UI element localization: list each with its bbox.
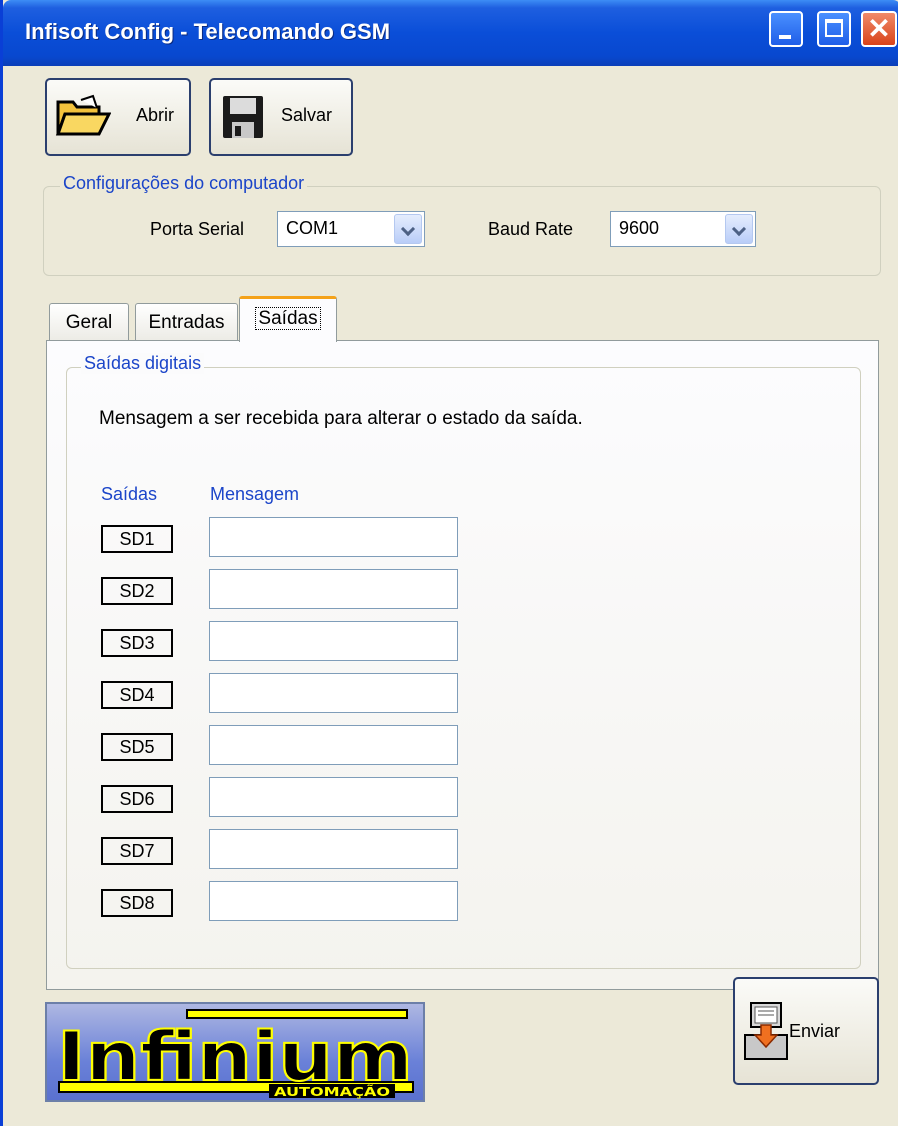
window-title: Infisoft Config - Telecomando GSM bbox=[25, 19, 391, 44]
tab-saidas[interactable]: Saídas bbox=[239, 296, 337, 342]
computer-config-legend: Configurações do computador bbox=[60, 173, 308, 194]
save-label: Salvar bbox=[281, 105, 333, 125]
output-label-sd5: SD5 bbox=[101, 733, 173, 761]
tab-entradas[interactable]: Entradas bbox=[135, 303, 238, 341]
outputs-description: Mensagem a ser recebida para alterar o e… bbox=[99, 408, 583, 429]
floppy-disk-icon bbox=[223, 96, 263, 138]
col-header-message: Mensagem bbox=[210, 484, 300, 504]
col-header-outputs: Saídas bbox=[101, 484, 158, 504]
output-label-sd6: SD6 bbox=[101, 785, 173, 813]
infinium-logo: Infinium AUTOMAÇÃO bbox=[45, 1002, 425, 1102]
open-button[interactable]: Abrir bbox=[45, 78, 191, 156]
send-computer-icon bbox=[744, 1002, 788, 1060]
message-input-sd3[interactable] bbox=[209, 621, 458, 661]
output-label-sd8: SD8 bbox=[101, 889, 173, 917]
message-input-sd6[interactable] bbox=[209, 777, 458, 817]
baud-rate-value: 9600 bbox=[619, 218, 660, 238]
message-input-sd5[interactable] bbox=[209, 725, 458, 765]
output-label-sd3: SD3 bbox=[101, 629, 173, 657]
serial-port-value: COM1 bbox=[286, 218, 339, 238]
message-input-sd2[interactable] bbox=[209, 569, 458, 609]
app-window: Infisoft Config - Telecomando GSM ✕ Abri… bbox=[0, 0, 898, 1126]
maximize-icon[interactable] bbox=[817, 11, 851, 47]
digital-outputs-legend: Saídas digitais bbox=[81, 353, 205, 374]
output-label-sd7: SD7 bbox=[101, 837, 173, 865]
message-input-sd1[interactable] bbox=[209, 517, 458, 557]
send-label: Enviar bbox=[789, 1021, 841, 1041]
serial-port-select[interactable]: COM1 bbox=[277, 211, 425, 247]
minimize-icon[interactable] bbox=[769, 11, 803, 47]
output-label-sd1: SD1 bbox=[101, 525, 173, 553]
title-bar[interactable]: Infisoft Config - Telecomando GSM ✕ bbox=[3, 0, 898, 66]
send-button[interactable]: Enviar bbox=[733, 977, 879, 1085]
chevron-down-icon[interactable] bbox=[725, 214, 753, 244]
output-label-sd4: SD4 bbox=[101, 681, 173, 709]
message-input-sd7[interactable] bbox=[209, 829, 458, 869]
logo-subtext: AUTOMAÇÃO bbox=[274, 1084, 390, 1099]
tab-geral[interactable]: Geral bbox=[49, 303, 129, 341]
open-label: Abrir bbox=[136, 105, 175, 125]
logo-graphic: Infinium AUTOMAÇÃO bbox=[56, 1009, 414, 1099]
message-input-sd4[interactable] bbox=[209, 673, 458, 713]
output-label-sd2: SD2 bbox=[101, 577, 173, 605]
digital-outputs-group: Saídas digitais bbox=[66, 353, 861, 969]
message-input-sd8[interactable] bbox=[209, 881, 458, 921]
folder-open-icon bbox=[55, 94, 111, 136]
baud-rate-label: Baud Rate bbox=[488, 219, 574, 239]
baud-rate-select[interactable]: 9600 bbox=[610, 211, 756, 247]
chevron-down-icon[interactable] bbox=[394, 214, 422, 244]
tab-saidas-label: Saídas bbox=[255, 307, 321, 330]
save-button[interactable]: Salvar bbox=[209, 78, 353, 156]
serial-port-label: Porta Serial bbox=[150, 219, 245, 239]
close-icon[interactable]: ✕ bbox=[861, 11, 897, 47]
